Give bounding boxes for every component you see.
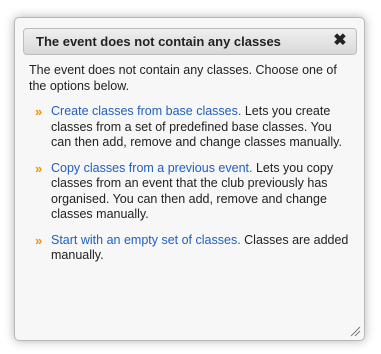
double-chevron-icon: »: [35, 232, 43, 248]
start-empty-set-link[interactable]: Start with an empty set of classes.: [51, 233, 241, 247]
resize-grip-icon[interactable]: [349, 325, 361, 337]
option-base-classes: » Create classes from base classes. Lets…: [29, 104, 351, 151]
double-chevron-icon: »: [35, 104, 43, 119]
double-chevron-icon: »: [35, 160, 43, 176]
dialog-content: The event does not contain any classes. …: [29, 63, 351, 274]
no-classes-dialog: The event does not contain any classes ✖…: [14, 17, 365, 341]
close-icon[interactable]: ✖: [332, 32, 348, 50]
copy-from-previous-event-link[interactable]: Copy classes from a previous event.: [51, 161, 252, 175]
dialog-titlebar[interactable]: The event does not contain any classes ✖: [23, 28, 357, 55]
dialog-title: The event does not contain any classes: [36, 34, 281, 49]
option-copy-previous: » Copy classes from a previous event. Le…: [29, 161, 351, 223]
create-from-base-classes-link[interactable]: Create classes from base classes.: [51, 104, 241, 118]
option-empty-set: » Start with an empty set of classes. Cl…: [29, 233, 351, 264]
intro-text: The event does not contain any classes. …: [29, 63, 337, 93]
